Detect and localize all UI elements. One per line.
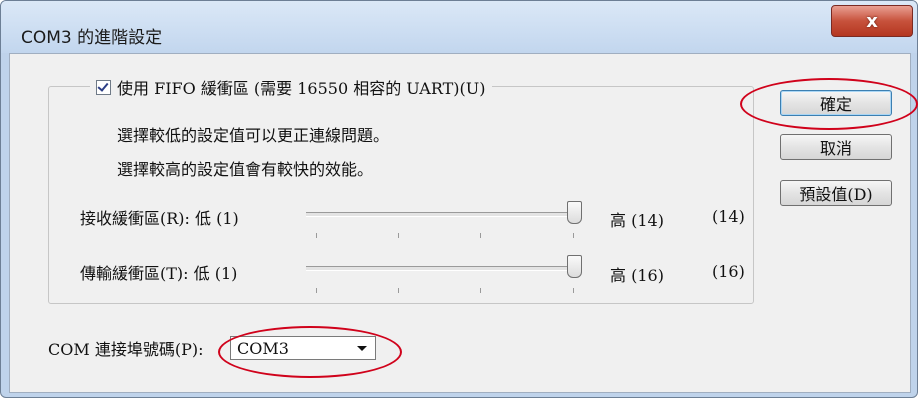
info-text-high: 選擇較高的設定值會有較快的效能。 — [117, 160, 374, 179]
defaults-button[interactable]: 預設值(D) — [780, 180, 892, 206]
transmit-tick — [480, 288, 481, 293]
transmit-tick — [573, 288, 574, 293]
receive-tick — [398, 233, 399, 238]
receive-high-label: 高 (14) — [610, 211, 664, 230]
chevron-down-icon[interactable] — [357, 345, 367, 351]
transmit-current-value: (16) — [712, 262, 745, 281]
ok-button[interactable]: 確定 — [780, 90, 892, 116]
receive-current-value: (14) — [712, 207, 745, 226]
receive-tick — [480, 233, 481, 238]
fifo-checkbox[interactable] — [96, 79, 111, 95]
info-text-low: 選擇較低的設定值可以更正連線問題。 — [117, 126, 390, 145]
close-button[interactable]: x — [831, 5, 913, 37]
com-port-value: COM3 — [237, 338, 289, 358]
cancel-button[interactable]: 取消 — [780, 134, 892, 160]
transmit-tick — [398, 288, 399, 293]
title-bar: COM3 的進階設定 x — [1, 1, 917, 53]
receive-tick — [573, 233, 574, 238]
receive-buffer-track[interactable] — [306, 212, 580, 217]
fifo-checkbox-label: 使用 FIFO 緩衝區 (需要 16550 相容的 UART)(U) — [117, 79, 486, 98]
com-port-select[interactable]: COM3 — [230, 336, 376, 360]
transmit-buffer-track[interactable] — [306, 266, 580, 271]
close-icon: x — [866, 10, 878, 32]
receive-tick — [316, 233, 317, 238]
transmit-tick — [316, 288, 317, 293]
receive-buffer-thumb[interactable] — [567, 201, 582, 224]
fifo-checkbox-row[interactable]: 使用 FIFO 緩衝區 (需要 16550 相容的 UART)(U) — [90, 76, 492, 98]
transmit-high-label: 高 (16) — [610, 266, 664, 285]
receive-buffer-label: 接收緩衝區(R): 低 (1) — [80, 209, 239, 228]
transmit-buffer-thumb[interactable] — [567, 255, 582, 278]
com-port-label: COM 連接埠號碼(P): — [48, 340, 204, 359]
transmit-buffer-label: 傳輸緩衝區(T): 低 (1) — [80, 264, 238, 283]
window-title: COM3 的進階設定 — [21, 28, 163, 48]
